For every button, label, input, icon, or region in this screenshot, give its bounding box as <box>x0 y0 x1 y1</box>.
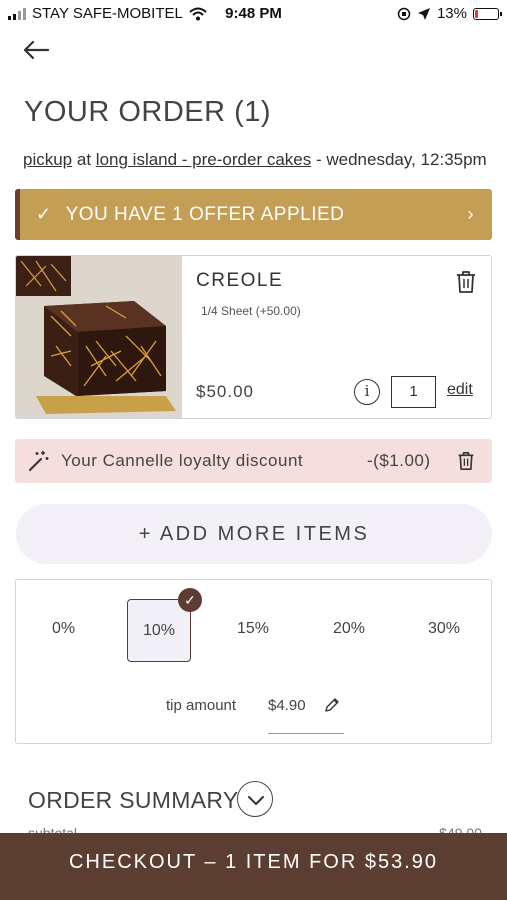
tip-amount-value[interactable]: $4.90 <box>268 697 306 714</box>
loyalty-amount: -($1.00) <box>367 451 431 470</box>
edit-link[interactable]: edit <box>447 381 473 399</box>
battery-percent: 13% <box>436 5 467 22</box>
battery-icon <box>473 7 502 20</box>
item-name: CREOLE <box>196 270 284 291</box>
trash-icon[interactable] <box>455 270 477 294</box>
chevron-right-icon: › <box>467 204 474 224</box>
check-icon: ✓ <box>36 204 52 224</box>
loyalty-discount-row: Your Cannelle loyalty discount -($1.00) <box>15 439 492 483</box>
chevron-down-svg <box>248 796 264 805</box>
tip-amount-underline <box>268 733 344 734</box>
offer-banner[interactable]: ✓ YOU HAVE 1 OFFER APPLIED › <box>15 189 492 240</box>
order-summary-title: ORDER SUMMARY <box>28 787 239 813</box>
location-link[interactable]: long island - pre-order cakes <box>96 150 311 169</box>
offer-text: YOU HAVE 1 OFFER APPLIED <box>65 203 345 225</box>
orientation-lock-icon <box>397 7 411 20</box>
tip-option-15[interactable]: 15% <box>237 620 269 638</box>
chevron-down-icon[interactable] <box>237 781 273 817</box>
remove-discount-icon[interactable] <box>457 451 475 471</box>
pickup-schedule: - wednesday, 12:35pm <box>315 150 487 169</box>
pencil-icon[interactable] <box>324 697 340 713</box>
pickup-method-link[interactable]: pickup <box>23 150 72 169</box>
status-right: 13% <box>397 5 502 22</box>
add-more-items-button[interactable]: + ADD MORE ITEMS <box>16 504 492 564</box>
back-arrow-svg <box>23 40 50 60</box>
quantity-field[interactable]: 1 <box>391 376 436 408</box>
tip-amount-label: tip amount <box>166 697 237 714</box>
loyalty-text: Your Cannelle loyalty discount <box>61 451 304 470</box>
item-option: 1/4 Sheet (+50.00) <box>201 304 301 318</box>
tip-option-20[interactable]: 20% <box>333 620 365 638</box>
arrow-left-icon[interactable] <box>22 36 50 66</box>
info-icon[interactable]: i <box>354 379 380 405</box>
checkout-button[interactable]: CHECKOUT – 1 ITEM FOR $53.90 <box>0 833 507 900</box>
location-arrow-icon <box>417 7 430 20</box>
cart-item: CREOLE 1/4 Sheet (+50.00) $50.00 i 1 edi… <box>15 255 492 419</box>
pickup-details: pickup at long island - pre-order cakes … <box>23 150 507 170</box>
battery-fill <box>475 9 478 18</box>
at-label: at <box>76 150 92 169</box>
page-title: YOUR ORDER (1) <box>24 96 272 128</box>
cake-illustration <box>16 256 182 418</box>
check-icon: ✓ <box>178 588 202 612</box>
cake-image <box>16 256 182 418</box>
tip-selector: 0% 10% ✓ 15% 20% 30% tip amount $4.90 <box>15 579 492 744</box>
magic-wand-icon <box>29 451 49 471</box>
status-bar: STAY SAFE-MOBITEL 9:48 PM 13% <box>0 0 507 30</box>
item-price: $50.00 <box>196 382 254 401</box>
tip-option-0[interactable]: 0% <box>52 620 75 638</box>
tip-option-30[interactable]: 30% <box>428 620 460 638</box>
